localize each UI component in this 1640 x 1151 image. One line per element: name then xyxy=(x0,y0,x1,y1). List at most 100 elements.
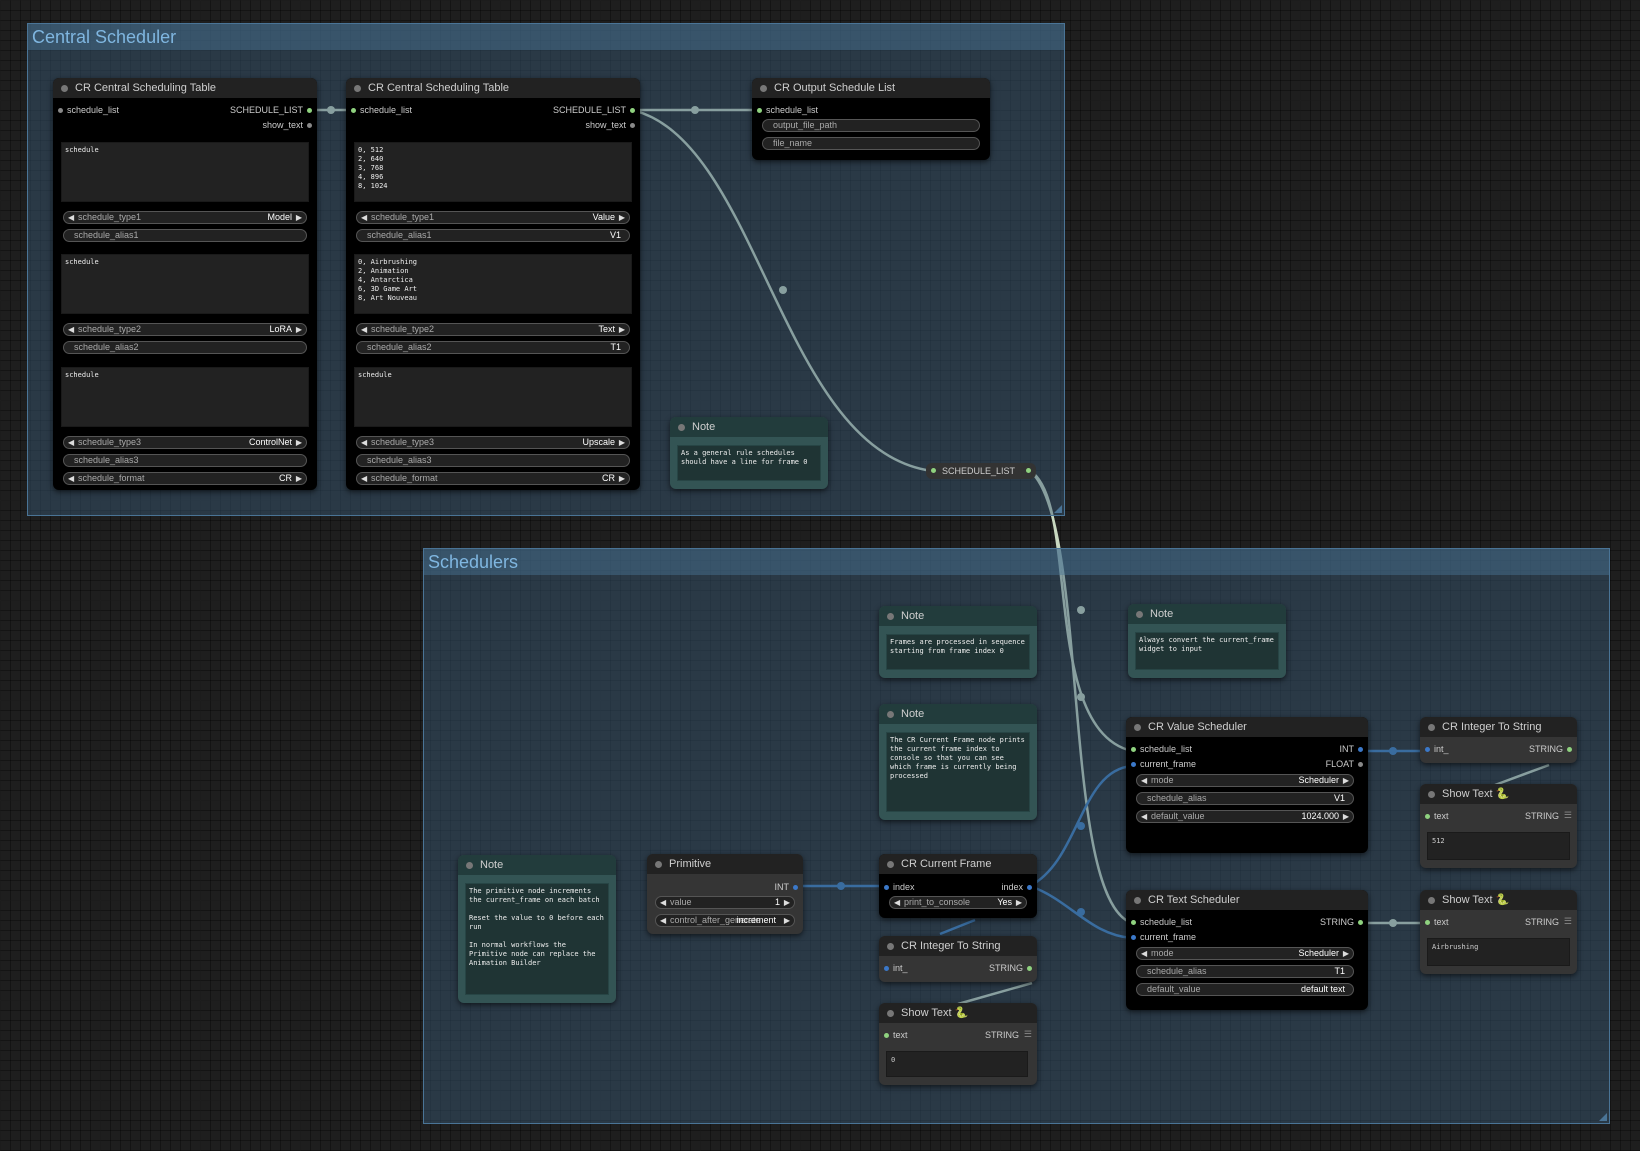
arrow-right-icon[interactable]: ▶ xyxy=(1343,811,1349,822)
note-text[interactable]: The CR Current Frame node prints the cur… xyxy=(886,732,1030,812)
print-to-console-combo[interactable]: ◀ print_to_console Yes ▶ xyxy=(889,896,1027,909)
input-slot-dot[interactable] xyxy=(351,108,356,113)
node-central-scheduling-table-1[interactable]: CR Central Scheduling Table schedule_lis… xyxy=(53,78,317,490)
input-slot-dot[interactable] xyxy=(1131,935,1136,940)
reroute-schedule-list[interactable]: SCHEDULE_LIST xyxy=(926,463,1036,479)
schedule-type2-combo[interactable]: ◀ schedule_type2 Text ▶ xyxy=(356,323,630,336)
schedule-format-combo[interactable]: ◀ schedule_format CR ▶ xyxy=(356,472,630,485)
schedule-alias1-field[interactable]: schedule_alias1 V1 xyxy=(356,229,630,242)
note-text[interactable]: As a general rule schedules should have … xyxy=(677,445,821,481)
schedule-alias-field[interactable]: schedule_alias V1 xyxy=(1136,792,1354,805)
arrow-left-icon[interactable]: ◀ xyxy=(361,212,367,223)
arrow-right-icon[interactable]: ▶ xyxy=(619,324,625,335)
schedule-alias2-field[interactable]: schedule_alias2 T1 xyxy=(356,341,630,354)
arrow-left-icon[interactable]: ◀ xyxy=(361,324,367,335)
arrow-left-icon[interactable]: ◀ xyxy=(660,897,666,908)
output-slot-dot[interactable] xyxy=(307,108,312,113)
node-value-scheduler[interactable]: CR Value Scheduler schedule_list current… xyxy=(1126,717,1368,853)
arrow-left-icon[interactable]: ◀ xyxy=(68,473,74,484)
node-note-primitive[interactable]: Note The primitive node increments the c… xyxy=(458,855,616,1003)
node-note-frame-zero[interactable]: Note As a general rule schedules should … xyxy=(670,417,828,489)
schedule-alias1-field[interactable]: schedule_alias1 xyxy=(63,229,307,242)
input-slot-dot[interactable] xyxy=(884,885,889,890)
value-stepper[interactable]: ◀ value 1 ▶ xyxy=(655,896,795,909)
arrow-left-icon[interactable]: ◀ xyxy=(1141,775,1147,786)
input-slot-dot[interactable] xyxy=(1425,747,1430,752)
output-file-path-field[interactable]: output_file_path xyxy=(762,119,980,132)
arrow-right-icon[interactable]: ▶ xyxy=(296,324,302,335)
input-slot-dot[interactable] xyxy=(757,108,762,113)
node-note-current-frame[interactable]: Note The CR Current Frame node prints th… xyxy=(879,704,1037,820)
mode-combo[interactable]: ◀ mode Scheduler ▶ xyxy=(1136,947,1354,960)
output-slot-dot[interactable] xyxy=(630,123,635,128)
node-central-scheduling-table-2[interactable]: CR Central Scheduling Table schedule_lis… xyxy=(346,78,640,490)
input-slot-dot[interactable] xyxy=(1425,920,1430,925)
file-name-field[interactable]: file_name xyxy=(762,137,980,150)
note-text[interactable]: Always convert the current_frame widget … xyxy=(1135,632,1279,670)
arrow-right-icon[interactable]: ▶ xyxy=(1343,948,1349,959)
schedule-textarea-3[interactable]: schedule xyxy=(354,367,632,427)
arrow-left-icon[interactable]: ◀ xyxy=(1141,948,1147,959)
default-value-stepper[interactable]: ◀ default_value 1024.000 ▶ xyxy=(1136,810,1354,823)
output-slot-dot[interactable] xyxy=(1358,747,1363,752)
arrow-left-icon[interactable]: ◀ xyxy=(660,915,666,926)
schedule-alias2-field[interactable]: schedule_alias2 xyxy=(63,341,307,354)
arrow-right-icon[interactable]: ▶ xyxy=(619,437,625,448)
node-note-convert-frame[interactable]: Note Always convert the current_frame wi… xyxy=(1128,604,1286,678)
output-slot-dot[interactable] xyxy=(630,108,635,113)
group-resize-handle[interactable] xyxy=(1054,505,1062,513)
schedule-textarea-2[interactable]: schedule xyxy=(61,254,309,314)
arrow-left-icon[interactable]: ◀ xyxy=(894,897,900,908)
arrow-left-icon[interactable]: ◀ xyxy=(1141,811,1147,822)
arrow-left-icon[interactable]: ◀ xyxy=(68,324,74,335)
arrow-right-icon[interactable]: ▶ xyxy=(296,437,302,448)
input-slot-dot[interactable] xyxy=(1131,920,1136,925)
node-integer-to-string-a[interactable]: CR Integer To String int_ STRING xyxy=(879,936,1037,982)
arrow-right-icon[interactable]: ▶ xyxy=(619,473,625,484)
arrow-right-icon[interactable]: ▶ xyxy=(296,212,302,223)
arrow-left-icon[interactable]: ◀ xyxy=(361,473,367,484)
schedule-format-combo[interactable]: ◀ schedule_format CR ▶ xyxy=(63,472,307,485)
output-slot-dot[interactable] xyxy=(1027,966,1032,971)
schedule-type3-combo[interactable]: ◀ schedule_type3 ControlNet ▶ xyxy=(63,436,307,449)
control-after-generate-combo[interactable]: ◀ control_after_generate increment ▶ xyxy=(655,914,795,927)
node-integer-to-string-b[interactable]: CR Integer To String int_ STRING xyxy=(1420,717,1577,763)
arrow-right-icon[interactable]: ▶ xyxy=(296,473,302,484)
arrow-right-icon[interactable]: ▶ xyxy=(619,212,625,223)
schedule-alias-field[interactable]: schedule_alias T1 xyxy=(1136,965,1354,978)
schedule-alias3-field[interactable]: schedule_alias3 xyxy=(63,454,307,467)
output-slot-dot[interactable] xyxy=(1567,747,1572,752)
node-note-frames-sequence[interactable]: Note Frames are processed in sequence st… xyxy=(879,606,1037,678)
arrow-left-icon[interactable]: ◀ xyxy=(361,437,367,448)
node-current-frame[interactable]: CR Current Frame index index ◀ print_to_… xyxy=(879,854,1037,918)
schedule-textarea-3[interactable]: schedule xyxy=(61,367,309,427)
node-output-schedule-list[interactable]: CR Output Schedule List schedule_list ou… xyxy=(752,78,990,160)
output-slot-dot[interactable] xyxy=(1358,762,1363,767)
input-slot-dot[interactable] xyxy=(884,1033,889,1038)
arrow-right-icon[interactable]: ▶ xyxy=(784,915,790,926)
schedule-textarea-2[interactable]: 0, Airbrushing 2, Animation 4, Antarctic… xyxy=(354,254,632,314)
output-slot-dot[interactable] xyxy=(307,123,312,128)
default-value-field[interactable]: default_value default text xyxy=(1136,983,1354,996)
node-text-scheduler[interactable]: CR Text Scheduler schedule_list current_… xyxy=(1126,890,1368,1010)
note-text[interactable]: Frames are processed in sequence startin… xyxy=(886,634,1030,670)
group-resize-handle[interactable] xyxy=(1599,1113,1607,1121)
schedule-type1-combo[interactable]: ◀ schedule_type1 Model ▶ xyxy=(63,211,307,224)
schedule-type2-combo[interactable]: ◀ schedule_type2 LoRA ▶ xyxy=(63,323,307,336)
node-primitive[interactable]: Primitive INT ◀ value 1 ▶ ◀ control_afte… xyxy=(647,854,803,934)
schedule-type1-combo[interactable]: ◀ schedule_type1 Value ▶ xyxy=(356,211,630,224)
arrow-left-icon[interactable]: ◀ xyxy=(68,437,74,448)
schedule-textarea-1[interactable]: 0, 512 2, 640 3, 768 4, 896 8, 1024 xyxy=(354,142,632,202)
input-slot-dot[interactable] xyxy=(1131,747,1136,752)
output-slot-dot[interactable] xyxy=(1027,885,1032,890)
note-text[interactable]: The primitive node increments the curren… xyxy=(465,883,609,995)
arrow-right-icon[interactable]: ▶ xyxy=(1016,897,1022,908)
arrow-left-icon[interactable]: ◀ xyxy=(68,212,74,223)
schedule-textarea-1[interactable]: schedule xyxy=(61,142,309,202)
reroute-out-dot[interactable] xyxy=(1026,468,1031,473)
input-slot-dot[interactable] xyxy=(1425,814,1430,819)
arrow-right-icon[interactable]: ▶ xyxy=(784,897,790,908)
output-slot-dot[interactable] xyxy=(793,885,798,890)
mode-combo[interactable]: ◀ mode Scheduler ▶ xyxy=(1136,774,1354,787)
schedule-alias3-field[interactable]: schedule_alias3 xyxy=(356,454,630,467)
